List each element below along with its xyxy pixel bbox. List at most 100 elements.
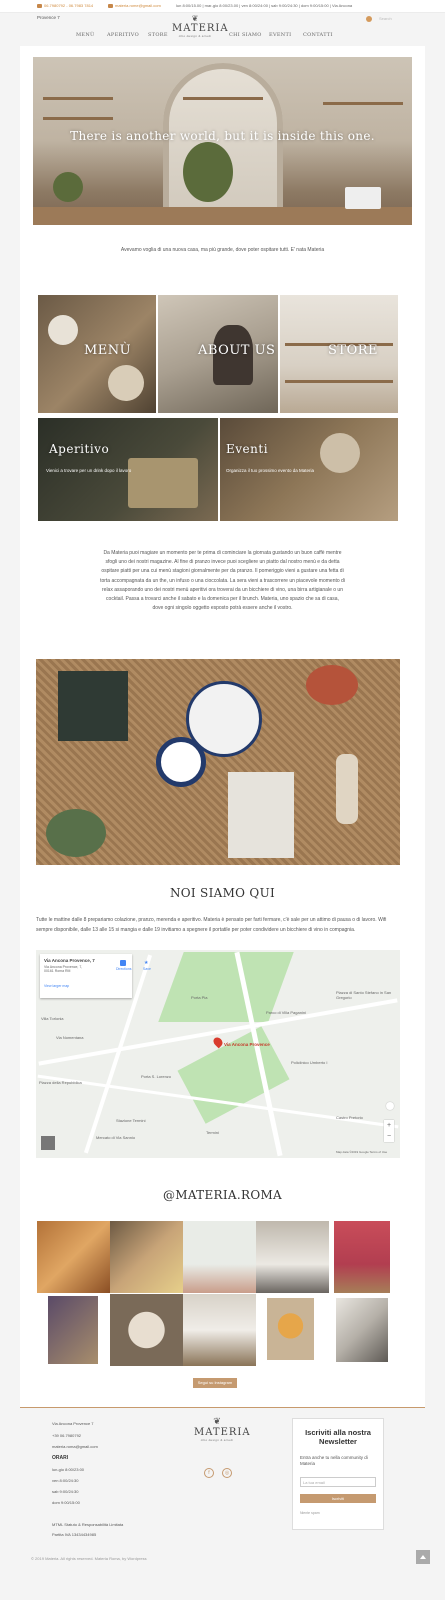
nav-chi-siamo[interactable]: CHI SIAMO <box>229 32 262 38</box>
newsletter-title: Iscriviti alla nostra Newsletter <box>305 1428 371 1446</box>
email-text: materia.rome@gmail.com <box>115 3 161 8</box>
where-title: NOI SIAMO QUI <box>169 886 276 900</box>
tile-aperitivo[interactable]: Aperitivo Vienici a trovare per un drink… <box>38 418 218 521</box>
tile-eventi[interactable]: Eventi Organizza il tuo prossimo evento … <box>220 418 398 521</box>
footer-logo-sprig-icon: ❦ <box>213 1416 221 1426</box>
save-link[interactable]: Save <box>143 967 151 971</box>
map-satellite-thumbnail[interactable] <box>41 1136 55 1150</box>
footer-address: Via Ancona Provence 7 <box>52 1421 94 1426</box>
hero-shelf <box>43 117 113 120</box>
magazine-cover <box>58 671 128 741</box>
email-info[interactable]: materia.rome@gmail.com <box>108 3 161 8</box>
tile-aperitivo-label: Aperitivo <box>49 442 110 456</box>
footer-hours-line: lun-gio 8:00/23:00 <box>52 1467 85 1472</box>
nav-contatti[interactable]: CONTATTI <box>303 32 333 38</box>
map-label: Termini <box>206 1130 219 1135</box>
instagram-photo[interactable] <box>183 1221 256 1293</box>
instagram-photo[interactable] <box>37 1221 110 1293</box>
hero-shelf <box>323 102 403 105</box>
map-footer: Map data ©2019 Google Terms of Use <box>336 1150 388 1154</box>
instagram-photo[interactable] <box>48 1296 98 1364</box>
instagram-photo[interactable] <box>256 1221 329 1293</box>
instagram-photo[interactable] <box>336 1298 388 1362</box>
book <box>228 772 294 858</box>
tile-eventi-desc: Organizza il tuo prossimo evento da Mate… <box>226 468 315 473</box>
instagram-photo[interactable] <box>110 1221 183 1293</box>
intro-text: Avevamo voglia di una nuova casa, ma più… <box>120 247 325 253</box>
phone-text: 06.7980792 - 06.7983 7814 <box>44 3 94 8</box>
cart-icon[interactable] <box>366 16 372 22</box>
nav-eventi[interactable]: EVENTI <box>269 32 291 38</box>
hero-plant <box>183 142 233 202</box>
tile-plate <box>320 433 360 473</box>
instagram-photo[interactable] <box>110 1294 183 1366</box>
footer-policy[interactable]: MTML Statuto & Responsabilità Limitata <box>52 1522 123 1527</box>
footer-logo-wordmark: MATERIA <box>194 1427 251 1438</box>
phone-info[interactable]: 06.7980792 - 06.7983 7814 <box>37 3 93 8</box>
newsletter-subscribe-button[interactable]: Iscriviti <box>300 1494 376 1503</box>
bowl <box>156 737 206 787</box>
map-label: Mercato di Via Sannio <box>96 1135 136 1140</box>
tile-eventi-label: Eventi <box>226 442 269 456</box>
map-label: Piazza di Santo Stefano in San Gregorio <box>336 990 392 1000</box>
tile-plate <box>48 315 78 345</box>
instagram-follow-button[interactable]: Segui su Instagram <box>193 1378 237 1388</box>
hero-laptop <box>345 187 381 209</box>
tile-menu-label: MENÙ <box>84 343 132 358</box>
map-zoom-control[interactable]: + − <box>384 1120 394 1142</box>
instagram-photo[interactable] <box>267 1298 314 1360</box>
tile-shelf <box>285 380 393 383</box>
footer-hours-line: sab 9:00/24:30 <box>52 1489 79 1494</box>
logo-wordmark: MATERIA <box>172 23 229 34</box>
plant <box>46 809 106 857</box>
footer-phone[interactable]: +39 06.7980792 <box>52 1433 81 1438</box>
hero-shelf <box>43 97 113 100</box>
map-label: Porta S. Lorenzo <box>141 1074 172 1079</box>
map-place-name: Via Ancona Provence, 7 <box>44 958 95 963</box>
map-label: Stazione Termini <box>116 1118 146 1123</box>
site-logo[interactable]: ❦ MATERIA cibo design & arredi <box>172 14 229 38</box>
tile-about-us[interactable]: ABOUT US <box>158 295 278 413</box>
view-larger-map-link[interactable]: View larger map <box>44 984 69 988</box>
footer-hours-title: ORARI <box>52 1455 69 1461</box>
save-star-icon[interactable]: ★ <box>144 960 148 966</box>
search-input[interactable]: Search <box>379 16 392 21</box>
map-pegman-icon[interactable] <box>386 1102 394 1110</box>
footer-email[interactable]: materia.roma@gmail.com <box>52 1444 98 1449</box>
footer-hours-line: dom 9:00/15:00 <box>52 1500 80 1505</box>
footer-vat: Partita IVA 13434434985 <box>52 1532 97 1537</box>
phone-icon <box>37 3 42 8</box>
newsletter-email-input[interactable]: La tua email <box>300 1477 376 1487</box>
nav-menu[interactable]: MENÙ <box>76 32 95 38</box>
instagram-photo[interactable] <box>183 1294 256 1366</box>
arrow-up-icon <box>420 1555 426 1559</box>
logo-tagline: cibo design & arredi <box>178 34 212 38</box>
terracotta-pot <box>306 665 358 705</box>
newsletter-no-spam-note: Niente spam <box>300 1511 320 1515</box>
instagram-photo[interactable] <box>334 1221 390 1293</box>
copyright-text: © 2019 Materia. All rights reserved. Mat… <box>31 1556 147 1561</box>
nav-aperitivo[interactable]: APERITIVO <box>107 32 139 38</box>
footer-hours-line: ven 8:00/24:30 <box>52 1478 79 1483</box>
where-text: Tutte le mattine dalle 8 prepariamo cola… <box>36 917 387 933</box>
mail-icon <box>108 3 113 8</box>
footer-logo[interactable]: ❦ MATERIA cibo design & arredi <box>194 1416 251 1442</box>
map-label: Castro Pretorio <box>336 1115 363 1120</box>
directions-icon[interactable] <box>120 960 126 966</box>
nav-store[interactable]: STORE <box>148 32 168 38</box>
tile-store-label: STORE <box>328 343 379 358</box>
tile-menu[interactable]: MENÙ <box>38 295 156 413</box>
tile-plate <box>108 365 144 401</box>
hero-archway <box>163 63 283 225</box>
facebook-icon[interactable]: f <box>204 1468 214 1478</box>
map-label: Policlinico Umberto I <box>291 1060 328 1065</box>
hero-title: There is another world, but it is inside… <box>70 129 375 143</box>
map-label: Porta Pia <box>191 995 208 1000</box>
map-label: Villa Torlonia <box>41 1016 64 1021</box>
map-label: Via Nomentana <box>56 1035 84 1040</box>
back-to-top-icon[interactable] <box>416 1550 430 1564</box>
tile-store[interactable]: STORE <box>280 295 398 413</box>
top-bar: 06.7980792 - 06.7983 7814 materia.rome@g… <box>0 0 445 13</box>
instagram-icon[interactable]: ◎ <box>222 1468 232 1478</box>
directions-link[interactable]: Directions <box>116 967 132 971</box>
